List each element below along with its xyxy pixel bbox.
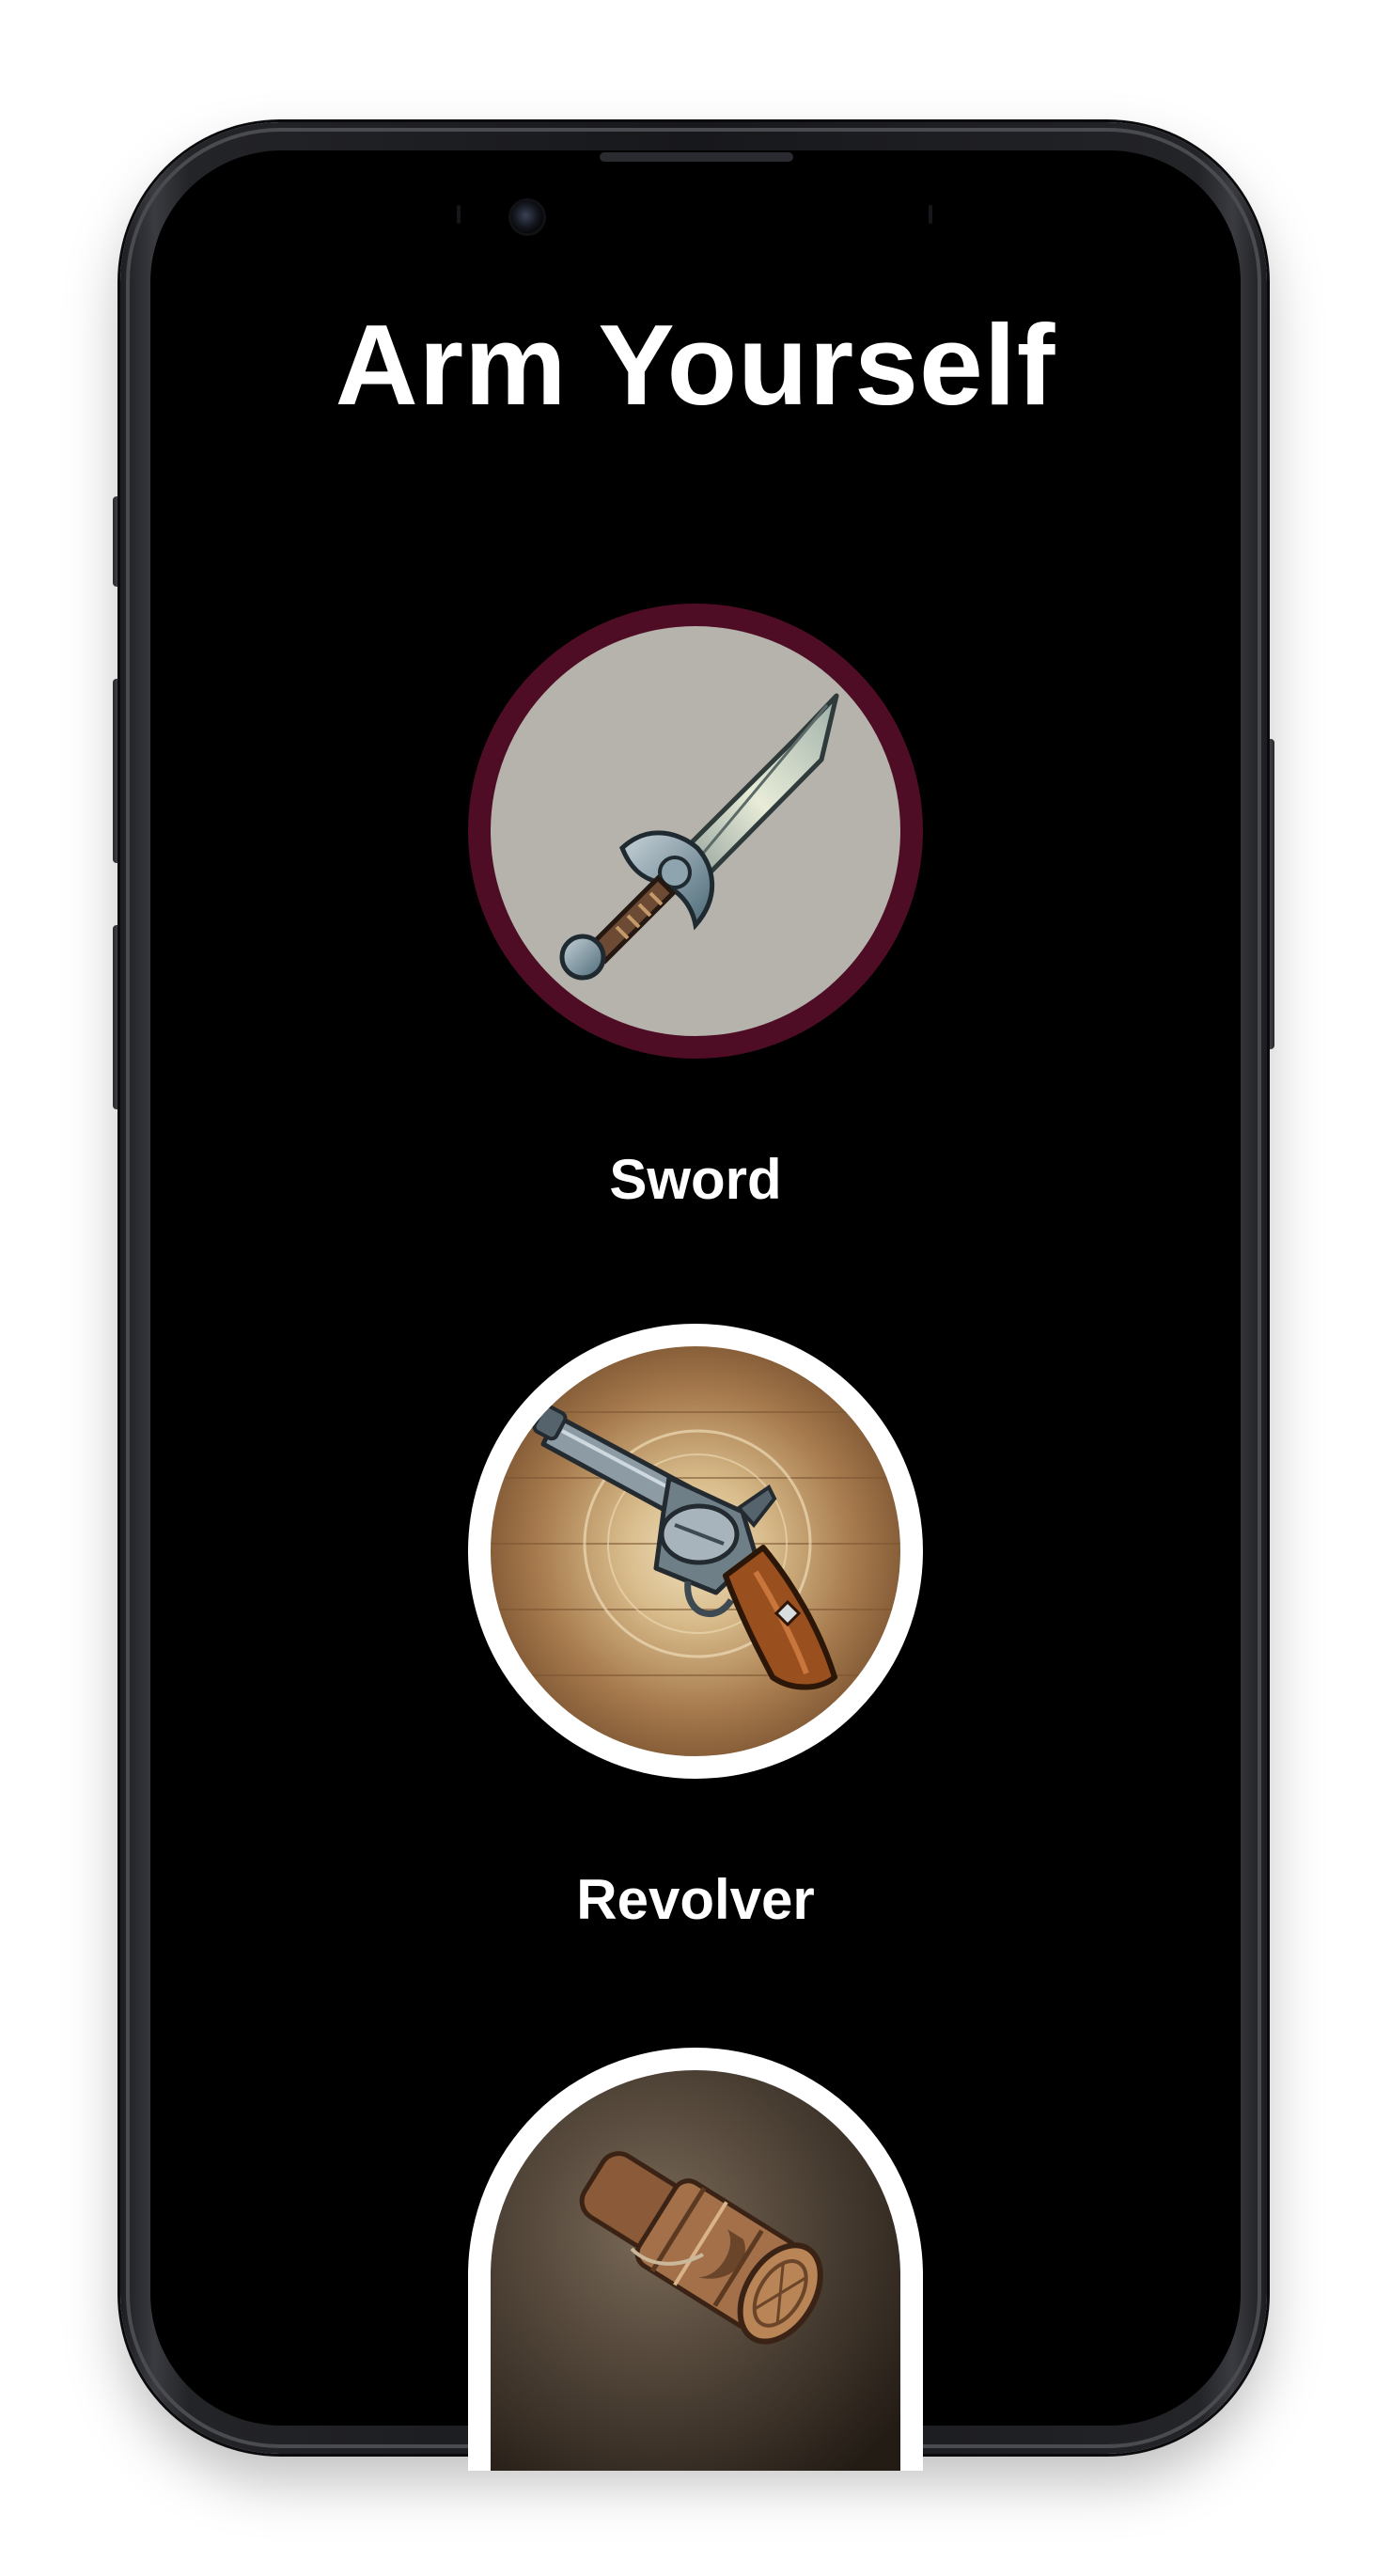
weapon-label-sword: Sword: [609, 1148, 782, 1211]
left-sensor: [457, 205, 461, 224]
earpiece-speaker: [600, 152, 793, 162]
weapon-option-revolver[interactable]: [468, 1324, 923, 1779]
revolver-icon: [491, 1404, 900, 1690]
device-mockup: Arm Yourself Sword Revolver: [0, 0, 1391, 2576]
page-title: Arm Yourself: [335, 301, 1056, 429]
right-sensor: [929, 205, 932, 224]
weapon-option-sword[interactable]: [468, 604, 923, 1059]
carved-wooden-item-icon: [579, 2151, 823, 2345]
sword-icon: [559, 693, 839, 981]
weapon-label-revolver: Revolver: [576, 1868, 815, 1931]
front-camera-icon: [511, 201, 543, 233]
